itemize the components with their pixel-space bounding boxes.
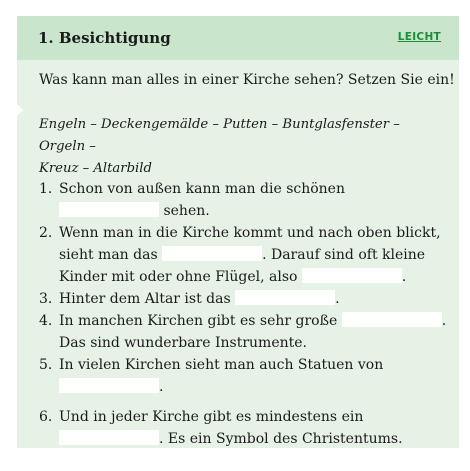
instruction-text: Was kann man alles in einer Kirche sehen… xyxy=(39,72,455,88)
item-text: Und in jeder Kirche gibt es mindestens e… xyxy=(59,409,364,425)
item-number: 3. xyxy=(39,291,53,307)
item-text: In vielen Kirchen sieht man auch Statuen… xyxy=(59,357,384,373)
item-text: Das sind wunderbare Instrumente. xyxy=(59,335,307,351)
list-item: 1. Schon von außen kann man die schönen … xyxy=(39,178,449,222)
list-item: 5. In vielen Kirchen sieht man auch Stat… xyxy=(39,354,449,398)
list-item: 2. Wenn man in die Kirche kommt und nach… xyxy=(39,222,449,288)
item-text: . xyxy=(441,313,447,329)
item-number: 4. xyxy=(39,313,53,329)
answer-blank[interactable] xyxy=(59,378,159,393)
answer-blank[interactable] xyxy=(59,430,159,445)
item-number: 2. xyxy=(39,225,53,241)
item-text: . xyxy=(159,379,164,395)
item-text: Schon von außen kann man die schönen xyxy=(59,181,345,197)
item-text: sehen. xyxy=(163,203,210,219)
item-text: Hinter dem Altar ist das xyxy=(59,291,231,307)
exercise-card: 1. Besichtigung LEICHT Was kann man alle… xyxy=(17,16,459,448)
word-bank-line: Engeln – Deckengemälde – Putten – Buntgl… xyxy=(39,117,400,154)
item-text: . Es ein Symbol des Christentums. xyxy=(159,431,403,447)
list-item: 3. Hinter dem Altar ist das . xyxy=(39,288,449,310)
item-text: . xyxy=(401,269,407,285)
item-number: 5. xyxy=(39,357,53,373)
exercise-title: 1. Besichtigung xyxy=(38,29,171,47)
list-item: 4. In manchen Kirchen gibt es sehr große… xyxy=(39,310,449,354)
item-text: . xyxy=(335,291,340,307)
answer-blank[interactable] xyxy=(162,246,263,261)
item-number: 6. xyxy=(39,409,53,425)
card-notch xyxy=(17,104,23,116)
item-text: Wenn man in die Kirche kommt und nach ob… xyxy=(59,225,441,241)
answer-blank[interactable] xyxy=(301,268,402,283)
exercise-header: 1. Besichtigung LEICHT xyxy=(17,16,459,60)
item-text: Kinder mit oder ohne Flügel, also xyxy=(59,269,298,285)
answer-blank[interactable] xyxy=(59,202,159,217)
exercise-items: 1. Schon von außen kann man die schönen … xyxy=(39,178,449,450)
list-item: 6. Und in jeder Kirche gibt es mindesten… xyxy=(39,406,449,450)
level-badge: LEICHT xyxy=(397,31,441,43)
word-bank: Engeln – Deckengemälde – Putten – Buntgl… xyxy=(39,114,439,180)
item-text: sieht man das xyxy=(59,247,158,263)
answer-blank[interactable] xyxy=(341,312,442,327)
item-text: In manchen Kirchen gibt es sehr große xyxy=(59,313,338,329)
item-number: 1. xyxy=(39,181,53,197)
item-text: . Darauf sind oft kleine xyxy=(262,247,426,263)
answer-blank[interactable] xyxy=(235,290,336,305)
word-bank-line: Kreuz – Altarbild xyxy=(39,161,152,176)
